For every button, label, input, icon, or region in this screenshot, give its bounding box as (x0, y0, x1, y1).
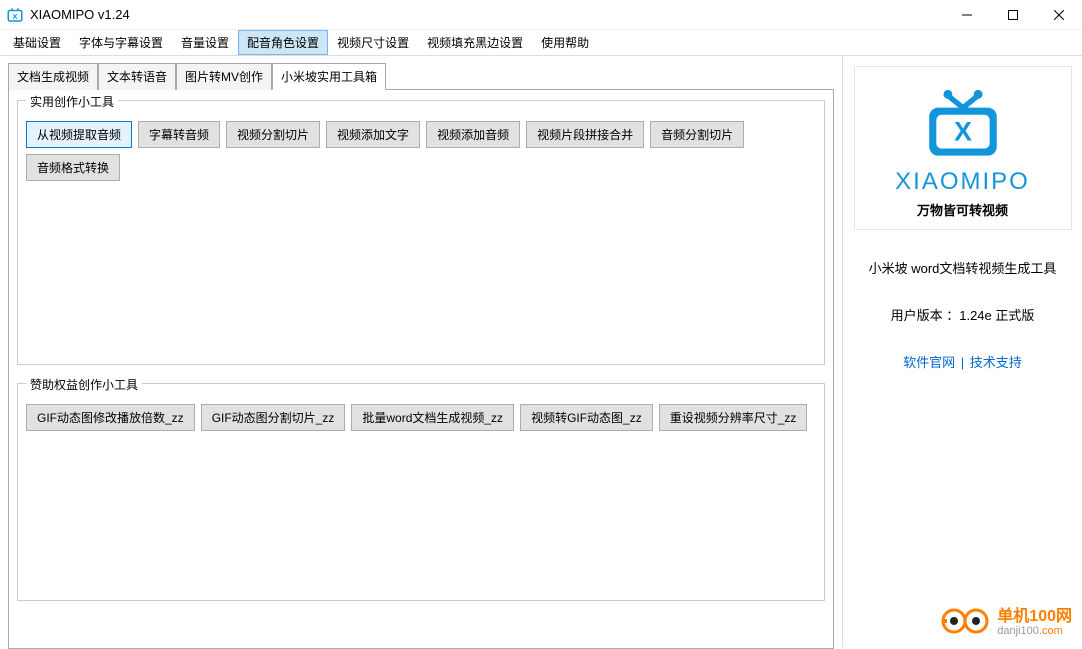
logo-text: XIAOMIPO (855, 168, 1071, 196)
sidebar-version: 用户版本 ：1.24e 正式版 (891, 305, 1035, 324)
tool-button[interactable]: GIF动态图分割切片_zz (201, 404, 346, 431)
tab[interactable]: 文档生成视频 (8, 63, 98, 90)
tool-button[interactable]: 视频转GIF动态图_zz (520, 404, 653, 431)
tool-button[interactable]: 视频添加文字 (326, 121, 420, 148)
sidebar-description: 小米坡 word文档转视频生成工具 (869, 258, 1057, 277)
app-icon: X (6, 6, 24, 24)
menubar: 基础设置字体与字幕设置音量设置配音角色设置视频尺寸设置视频填充黑边设置使用帮助 (0, 30, 1082, 56)
logo-box: X XIAOMIPO 万物皆可转视频 (854, 66, 1072, 230)
tool-button[interactable]: 音频分割切片 (650, 121, 744, 148)
titlebar: X XIAOMIPO v1.24 (0, 0, 1082, 30)
tool-button[interactable]: 视频片段拼接合并 (526, 121, 644, 148)
logo-subtitle: 万物皆可转视频 (855, 200, 1071, 219)
svg-text:X: X (12, 11, 17, 20)
content-area: 文档生成视频文本转语音图片转MV创作小米坡实用工具箱 实用创作小工具 从视频提取… (0, 56, 1082, 647)
menu-item[interactable]: 基础设置 (4, 30, 70, 55)
tool-button[interactable]: 批量word文档生成视频_zz (351, 404, 514, 431)
logo-tv-icon: X (855, 81, 1071, 164)
link-separator: | (957, 355, 968, 370)
tool-button-row-1: 从视频提取音频字幕转音频视频分割切片视频添加文字视频添加音频视频片段拼接合并音频… (26, 121, 816, 181)
minimize-button[interactable] (944, 0, 990, 30)
sidebar-links: 软件官网 | 技术支持 (903, 352, 1022, 371)
menu-item[interactable]: 字体与字幕设置 (70, 30, 172, 55)
svg-text:X: X (954, 117, 972, 147)
watermark: 单机100网 danji100.com (941, 606, 1072, 639)
close-button[interactable] (1036, 0, 1082, 30)
group-title: 赞助权益创作小工具 (26, 376, 142, 393)
link-official-site[interactable]: 软件官网 (903, 355, 955, 370)
tool-button[interactable]: 从视频提取音频 (26, 121, 132, 148)
groupbox-sponsor-tools: 赞助权益创作小工具 GIF动态图修改播放倍数_zzGIF动态图分割切片_zz批量… (17, 383, 825, 601)
menu-item[interactable]: 视频尺寸设置 (328, 30, 418, 55)
watermark-domain: danji100.com (997, 625, 1072, 637)
link-tech-support[interactable]: 技术支持 (970, 355, 1022, 370)
tool-button-row-2: GIF动态图修改播放倍数_zzGIF动态图分割切片_zz批量word文档生成视频… (26, 404, 816, 431)
main-panel: 文档生成视频文本转语音图片转MV创作小米坡实用工具箱 实用创作小工具 从视频提取… (0, 56, 842, 647)
tab[interactable]: 小米坡实用工具箱 (272, 63, 386, 90)
watermark-logo-icon (941, 606, 991, 639)
window-title: XIAOMIPO v1.24 (30, 7, 944, 22)
tab[interactable]: 图片转MV创作 (176, 63, 272, 90)
watermark-title: 单机100网 (997, 608, 1072, 626)
tab-panel-toolbox: 实用创作小工具 从视频提取音频字幕转音频视频分割切片视频添加文字视频添加音频视频… (8, 89, 834, 649)
tool-button[interactable]: 字幕转音频 (138, 121, 220, 148)
tool-button[interactable]: 重设视频分辨率尺寸_zz (659, 404, 808, 431)
sidebar: X XIAOMIPO 万物皆可转视频 小米坡 word文档转视频生成工具 用户版… (842, 56, 1082, 647)
group-title: 实用创作小工具 (26, 93, 118, 110)
tool-button[interactable]: GIF动态图修改播放倍数_zz (26, 404, 195, 431)
groupbox-practical-tools: 实用创作小工具 从视频提取音频字幕转音频视频分割切片视频添加文字视频添加音频视频… (17, 100, 825, 365)
menu-item[interactable]: 音量设置 (172, 30, 238, 55)
tab[interactable]: 文本转语音 (98, 63, 176, 90)
window-controls (944, 0, 1082, 30)
tool-button[interactable]: 视频添加音频 (426, 121, 520, 148)
tool-button[interactable]: 音频格式转换 (26, 154, 120, 181)
menu-item[interactable]: 视频填充黑边设置 (418, 30, 532, 55)
menu-item[interactable]: 配音角色设置 (238, 30, 328, 55)
watermark-text: 单机100网 danji100.com (997, 608, 1072, 638)
tool-button[interactable]: 视频分割切片 (226, 121, 320, 148)
menu-item[interactable]: 使用帮助 (532, 30, 598, 55)
maximize-button[interactable] (990, 0, 1036, 30)
tab-strip: 文档生成视频文本转语音图片转MV创作小米坡实用工具箱 (8, 62, 842, 89)
